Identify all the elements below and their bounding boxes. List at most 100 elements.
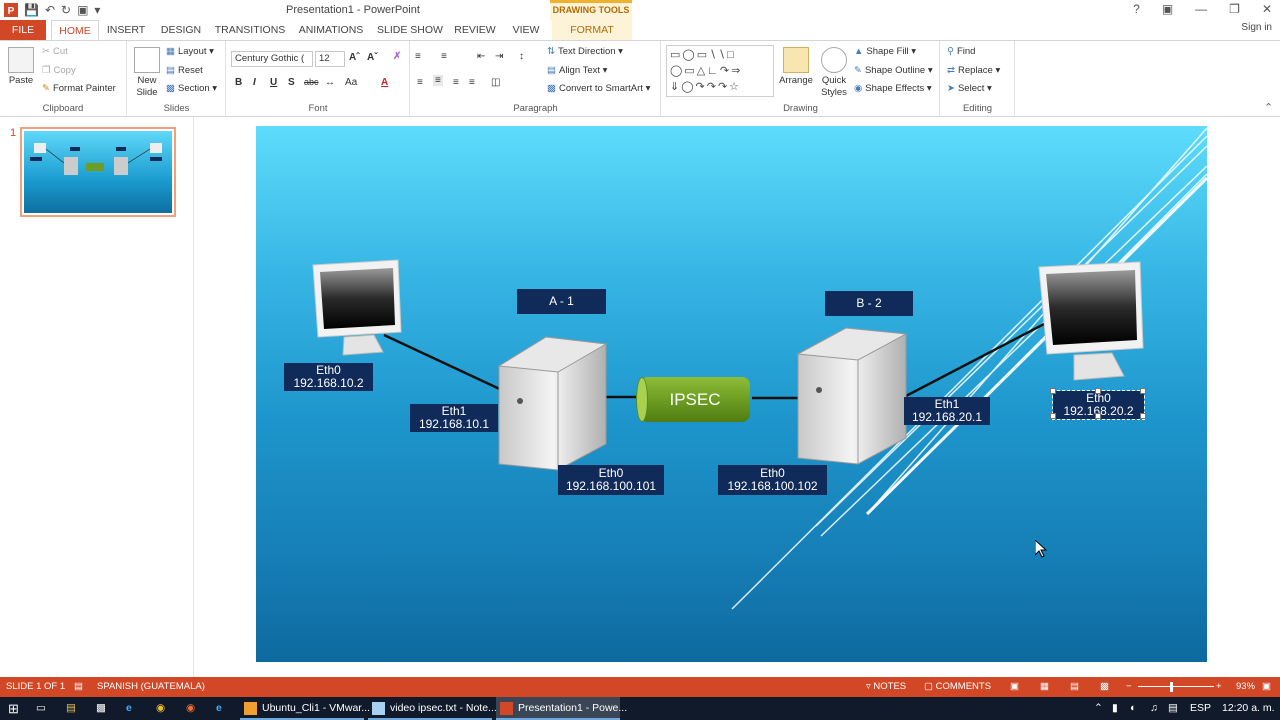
shape-fill-button[interactable]: ▲ Shape Fill ▾ (854, 46, 916, 57)
tab-home[interactable]: HOME (51, 20, 99, 40)
firefox-icon[interactable]: ◉ (186, 697, 195, 720)
notes-button[interactable]: ▿ NOTES (866, 677, 906, 697)
clear-formatting-icon[interactable]: ✗ (393, 51, 401, 62)
slide-count-status[interactable]: SLIDE 1 OF 1 (6, 677, 65, 697)
cut-button[interactable]: ✂ Cut (42, 46, 68, 57)
shape-effects-button[interactable]: ◉ Shape Effects ▾ (854, 83, 932, 94)
undo-icon[interactable]: ↶ (45, 1, 55, 19)
redo-icon[interactable]: ↻ (61, 1, 71, 19)
arrange-button[interactable]: Arrange (778, 47, 814, 86)
selection-handle[interactable] (1050, 388, 1056, 394)
zoom-slider[interactable] (1138, 686, 1214, 687)
ribbon-display-options-icon[interactable]: ▣ (1162, 2, 1173, 16)
shape-outline-button[interactable]: ✎ Shape Outline ▾ (854, 65, 933, 76)
bullets-icon[interactable]: ≡ (415, 51, 421, 62)
strikethrough-icon[interactable]: abc (304, 77, 319, 87)
align-right-icon[interactable]: ≡ (453, 77, 459, 88)
show-hidden-icons-icon[interactable]: ⌃ (1094, 697, 1103, 720)
tab-design[interactable]: DESIGN (156, 20, 206, 40)
file-explorer-icon[interactable]: ▤ (66, 697, 76, 720)
slide-canvas[interactable]: A - 1 B - 2 IPSEC Eth0 192.168.10.2 Eth1… (256, 126, 1207, 662)
font-family-combo[interactable]: Century Gothic ( (231, 51, 313, 67)
increase-indent-icon[interactable]: ⇥ (495, 51, 503, 62)
align-center-icon[interactable]: ≡ (433, 75, 443, 86)
internet-explorer-icon[interactable]: e (216, 697, 222, 720)
taskbar-app-powerpoint[interactable]: Presentation1 - Powe... (496, 697, 627, 720)
shrink-font-icon[interactable]: Aˇ (367, 52, 378, 63)
text-shadow-icon[interactable]: S (288, 77, 295, 88)
character-spacing-icon[interactable]: ↔ (325, 77, 335, 88)
selection-handle[interactable] (1095, 388, 1101, 394)
quick-styles-button[interactable]: Quick Styles (818, 47, 850, 99)
convert-smartart-button[interactable]: ▩ Convert to SmartArt ▾ (547, 83, 650, 94)
align-text-button[interactable]: ▤ Align Text ▾ (547, 65, 607, 76)
columns-icon[interactable]: ◫ (491, 77, 500, 88)
selection-handle[interactable] (1140, 388, 1146, 394)
tab-view[interactable]: VIEW (506, 20, 546, 40)
store-icon[interactable]: ▩ (96, 697, 106, 720)
align-left-icon[interactable]: ≡ (417, 77, 423, 88)
task-view-icon[interactable]: ▭ (36, 697, 46, 720)
chrome-icon[interactable]: ◉ (156, 697, 165, 720)
copy-button[interactable]: ❐ Copy (42, 65, 76, 76)
save-icon[interactable]: 💾 (24, 1, 39, 19)
zoom-slider-thumb[interactable] (1170, 682, 1173, 692)
tab-animations[interactable]: ANIMATIONS (294, 20, 368, 40)
language-status[interactable]: SPANISH (GUATEMALA) (97, 677, 205, 697)
select-button[interactable]: ➤ Select ▾ (947, 83, 992, 94)
italic-icon[interactable]: I (253, 77, 256, 88)
new-slide-button[interactable]: New Slide (132, 47, 162, 99)
tab-slide-show[interactable]: SLIDE SHOW (376, 20, 444, 40)
zoom-in-button[interactable]: + (1216, 677, 1222, 697)
start-from-beginning-icon[interactable]: ▣ (77, 1, 88, 19)
tab-format[interactable]: FORMAT (552, 20, 632, 40)
layout-button[interactable]: ▦ Layout ▾ (166, 46, 214, 57)
decrease-indent-icon[interactable]: ⇤ (477, 51, 485, 62)
input-language[interactable]: ESP (1190, 697, 1211, 720)
close-button[interactable]: ✕ (1262, 2, 1272, 16)
minimize-button[interactable]: — (1195, 2, 1207, 16)
slide-sorter-icon[interactable]: ▦ (1040, 677, 1049, 697)
host-a-title[interactable]: A - 1 (517, 289, 606, 314)
taskbar-app-vmware[interactable]: Ubuntu_Cli1 - VMwar... (240, 697, 370, 720)
format-painter-button[interactable]: ✎ Format Painter (42, 83, 116, 94)
restore-button[interactable]: ❐ (1229, 2, 1240, 16)
find-button[interactable]: ⚲ Find (947, 46, 975, 57)
edge-icon[interactable]: e (126, 697, 132, 720)
spell-check-icon[interactable]: ▤ (74, 677, 83, 697)
underline-icon[interactable]: U (270, 77, 277, 88)
host-b-title[interactable]: B - 2 (825, 291, 913, 316)
font-color-icon[interactable]: A (381, 77, 388, 88)
zoom-level[interactable]: 93% (1236, 677, 1255, 697)
zoom-out-button[interactable]: − (1126, 677, 1132, 697)
ipsec-tunnel[interactable]: IPSEC (636, 377, 754, 422)
slide-show-icon[interactable]: ▩ (1100, 677, 1109, 697)
grow-font-icon[interactable]: Aˆ (349, 52, 360, 63)
tab-transitions[interactable]: TRANSITIONS (212, 20, 288, 40)
tab-file[interactable]: FILE (0, 20, 46, 40)
text-direction-button[interactable]: ⇅ Text Direction ▾ (547, 46, 623, 57)
server-b-eth1-label[interactable]: Eth1 192.168.20.1 (904, 397, 990, 425)
change-case-icon[interactable]: Aa (345, 77, 357, 88)
action-center-icon[interactable]: ▤ (1168, 697, 1178, 720)
justify-icon[interactable]: ≡ (469, 77, 475, 88)
slide-thumbnail[interactable] (20, 127, 176, 217)
fit-slide-icon[interactable]: ▣ (1262, 677, 1271, 697)
reset-button[interactable]: ▤ Reset (166, 65, 203, 76)
paste-button[interactable]: Paste (6, 47, 36, 86)
numbering-icon[interactable]: ≡ (441, 51, 447, 62)
server-a-eth0-label[interactable]: Eth0 192.168.100.101 (558, 465, 664, 495)
line-spacing-icon[interactable]: ↕ (519, 51, 524, 62)
network-icon[interactable]: ◐ (1130, 697, 1136, 720)
reading-view-icon[interactable]: ▤ (1070, 677, 1079, 697)
comments-button[interactable]: ▢ COMMENTS (924, 677, 991, 697)
tab-insert[interactable]: INSERT (104, 20, 148, 40)
bold-icon[interactable]: B (235, 77, 242, 88)
normal-view-icon[interactable]: ▣ (1010, 677, 1019, 697)
tab-review[interactable]: REVIEW (452, 20, 498, 40)
selection-handle[interactable] (1095, 413, 1101, 419)
start-button-icon[interactable]: ⊞ (8, 697, 19, 720)
section-button[interactable]: ▩ Section ▾ (166, 83, 217, 94)
server-b-eth0-label[interactable]: Eth0 192.168.100.102 (718, 465, 827, 495)
volume-icon[interactable]: ♫ (1150, 697, 1158, 720)
